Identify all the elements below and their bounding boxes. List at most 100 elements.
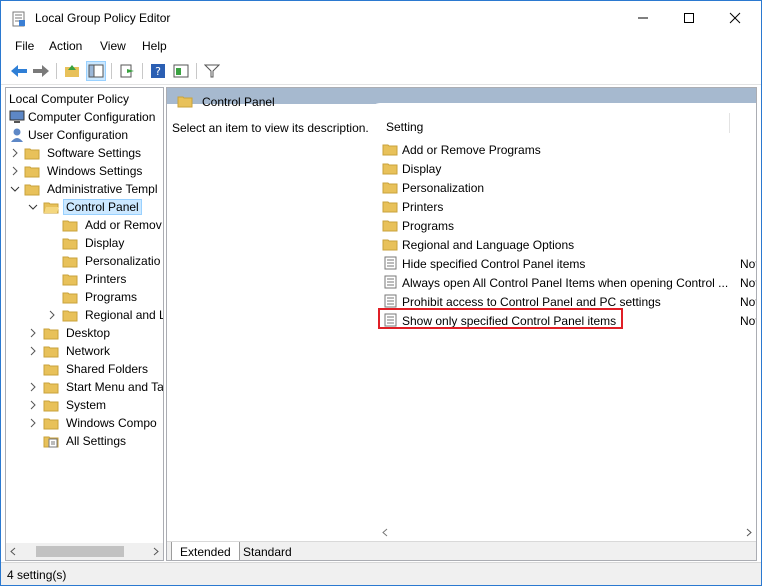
policy-editor-icon [11, 11, 27, 27]
tree-item-windows-settings[interactable]: Windows Settings [6, 162, 163, 180]
tree-item-label: Desktop [66, 326, 111, 340]
scroll-right-icon[interactable] [745, 528, 753, 537]
scrollbar-thumb[interactable] [36, 546, 124, 557]
list-item[interactable]: Regional and Language Options [380, 235, 756, 254]
tree-item-computer-configuration[interactable]: Computer Configuration [6, 108, 163, 126]
list-item[interactable]: Personalization [380, 178, 756, 197]
tree-item-printers[interactable]: Printers [6, 270, 163, 288]
chevron-right-icon[interactable] [47, 310, 57, 320]
properties-view-button[interactable] [171, 61, 191, 81]
close-button[interactable] [712, 1, 758, 35]
scroll-left-icon[interactable] [9, 547, 17, 556]
tree-item-network[interactable]: Network [6, 342, 163, 360]
filter-button[interactable] [202, 61, 222, 81]
menu-file[interactable]: File [15, 39, 34, 53]
help-button[interactable]: ? [148, 61, 168, 81]
tree-item-system[interactable]: System [6, 396, 163, 414]
tree-item-label: Printers [85, 272, 127, 286]
toolbar-separator [56, 63, 57, 79]
scroll-right-icon[interactable] [152, 547, 160, 556]
folder-icon [43, 397, 59, 413]
tree-item-label: Display [85, 236, 125, 250]
folder-icon [62, 289, 78, 305]
toolbar-separator [142, 63, 143, 79]
chevron-right-icon[interactable] [28, 400, 38, 410]
description-text: Select an item to view its description. [172, 121, 369, 135]
show-hide-tree-button[interactable] [86, 61, 106, 81]
folder-icon [43, 361, 59, 377]
menu-action[interactable]: Action [49, 39, 82, 53]
tree-horizontal-scrollbar[interactable] [6, 543, 163, 560]
tree-item-label: Network [66, 344, 111, 358]
folder-icon [62, 271, 78, 287]
chevron-right-icon[interactable] [10, 166, 20, 176]
folder-icon [382, 199, 398, 213]
app-window: Local Group Policy Editor File Action Vi… [0, 0, 762, 586]
export-list-button[interactable] [117, 61, 137, 81]
list-item-state: Not [740, 276, 757, 290]
folder-icon [62, 235, 78, 251]
tree-item-control-panel[interactable]: Control Panel [6, 198, 163, 216]
list-item[interactable]: Add or Remove Programs [380, 140, 756, 159]
up-folder-button[interactable] [62, 61, 82, 81]
chevron-right-icon[interactable] [28, 346, 38, 356]
folder-icon [382, 142, 398, 156]
tree-item-software-settings[interactable]: Software Settings [6, 144, 163, 162]
title-bar[interactable]: Local Group Policy Editor [1, 1, 761, 35]
maximize-button[interactable] [666, 1, 712, 35]
minimize-button[interactable] [620, 1, 666, 35]
tree-pane[interactable]: Local Computer Policy Computer Configura… [5, 87, 164, 561]
chevron-down-icon[interactable] [28, 202, 38, 212]
tab-standard[interactable]: Standard [235, 542, 300, 560]
tree-item-add-or-remove-programs[interactable]: Add or Remov [6, 216, 163, 234]
export-list-icon [120, 64, 134, 78]
folder-icon [382, 218, 398, 232]
view-tabs: Extended Standard [167, 541, 756, 560]
menu-help[interactable]: Help [142, 39, 167, 53]
chevron-right-icon[interactable] [10, 148, 20, 158]
forward-button[interactable] [31, 61, 51, 81]
tree-item-all-settings[interactable]: All Settings [6, 432, 163, 450]
tree-item-shared-folders[interactable]: Shared Folders [6, 360, 163, 378]
list-item-state: Not [740, 295, 757, 309]
chevron-down-icon[interactable] [10, 184, 20, 194]
tree-item-local-computer-policy[interactable]: Local Computer Policy [6, 90, 163, 108]
tree-item-desktop[interactable]: Desktop [6, 324, 163, 342]
tree-item-windows-components[interactable]: Windows Compo [6, 414, 163, 432]
chevron-right-icon[interactable] [28, 418, 38, 428]
list-item[interactable]: Printers [380, 197, 756, 216]
tree-item-label: All Settings [66, 434, 127, 448]
tree-item-programs[interactable]: Programs [6, 288, 163, 306]
menu-view[interactable]: View [100, 39, 126, 53]
list-item[interactable]: Always open All Control Panel Items when… [380, 273, 757, 292]
content-horizontal-scrollbar[interactable] [167, 524, 756, 541]
tab-extended[interactable]: Extended [171, 542, 240, 560]
column-header-setting[interactable]: Setting [386, 120, 423, 134]
computer-icon [9, 109, 25, 125]
folder-icon [24, 181, 40, 197]
chevron-right-icon[interactable] [28, 328, 38, 338]
list-item-label: Regional and Language Options [402, 238, 575, 252]
tree-item-user-configuration[interactable]: User Configuration [6, 126, 163, 144]
list-item[interactable]: Hide specified Control Panel items Not [380, 254, 756, 273]
list-item[interactable]: Display [380, 159, 756, 178]
status-bar: 4 setting(s) [1, 562, 761, 585]
tree-item-label: Administrative Templ [47, 182, 158, 196]
tree-item-personalization[interactable]: Personalizatio [6, 252, 163, 270]
tree-item-label: Local Computer Policy [9, 92, 130, 106]
column-separator[interactable] [729, 113, 730, 133]
tree-item-label: System [66, 398, 107, 412]
highlight-box [378, 308, 623, 329]
tree-item-start-menu-and-taskbar[interactable]: Start Menu and Ta [6, 378, 163, 396]
tree-item-regional-and-language[interactable]: Regional and L [6, 306, 163, 324]
forward-icon [33, 65, 49, 77]
tree-item-display[interactable]: Display [6, 234, 163, 252]
folder-icon [24, 145, 40, 161]
folder-icon [62, 307, 78, 323]
scroll-left-icon[interactable] [381, 528, 389, 537]
tree-item-administrative-templates[interactable]: Administrative Templ [6, 180, 163, 198]
tree-item-label: Computer Configuration [28, 110, 156, 124]
list-item[interactable]: Programs [380, 216, 756, 235]
back-button[interactable] [9, 61, 29, 81]
chevron-right-icon[interactable] [28, 382, 38, 392]
